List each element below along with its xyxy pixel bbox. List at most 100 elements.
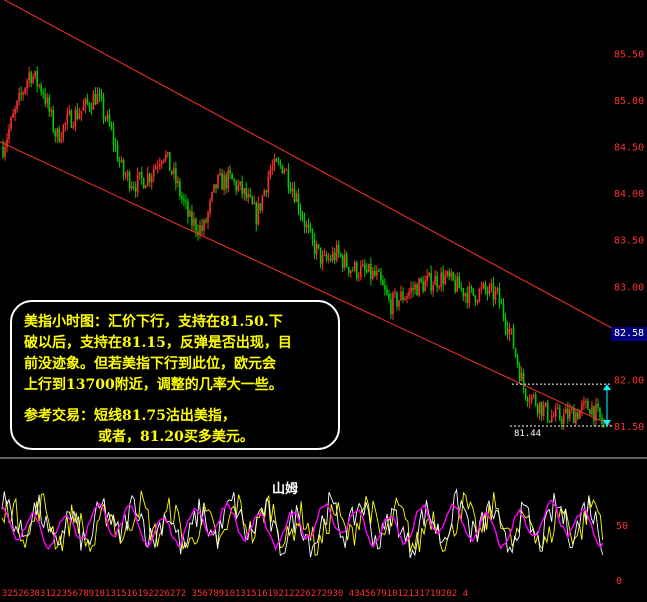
candle-body: [380, 271, 382, 281]
candle-body: [569, 409, 571, 419]
candle-body: [62, 124, 65, 140]
candle-body: [424, 280, 426, 292]
candle-body: [530, 395, 533, 402]
candle-body: [169, 152, 171, 171]
candle-body: [223, 174, 225, 190]
candle-body: [591, 405, 593, 415]
candle-body: [520, 373, 523, 381]
candle-body: [486, 290, 489, 295]
candle-body: [108, 114, 111, 125]
candle-body: [522, 373, 525, 389]
candle-body: [66, 114, 69, 123]
candle-body: [408, 291, 410, 296]
candle-body: [301, 214, 304, 220]
candle-body: [215, 184, 217, 189]
note-line: 美指小时图：汇价下行，支持在81.50.下: [24, 314, 283, 330]
analysis-note: 美指小时图：汇价下行，支持在81.50.下 破以后，支持在81.15，反弹是否出…: [10, 300, 340, 450]
candle-body: [303, 219, 306, 227]
candle-body: [181, 195, 183, 199]
candle-body: [460, 288, 463, 290]
candle-body: [24, 88, 26, 94]
candle-body: [237, 184, 239, 191]
price-tick-label: 82.00: [614, 375, 644, 386]
oscillator-x-ticks: 3252630312235678910131516192226272 35678…: [2, 589, 468, 599]
candle-body: [267, 176, 270, 193]
candle-body: [221, 173, 223, 190]
candle-body: [337, 244, 340, 254]
candle-body: [245, 188, 248, 198]
candle-body: [341, 256, 344, 268]
candle-body: [58, 128, 61, 142]
candle-body: [18, 92, 20, 101]
candle-body: [235, 181, 237, 191]
candle-body: [347, 267, 350, 274]
candle-body: [14, 109, 16, 115]
candle-body: [209, 200, 211, 213]
candle-body: [577, 412, 579, 419]
candle-body: [22, 93, 24, 95]
candle-body: [538, 402, 541, 414]
candle-body: [243, 188, 246, 194]
candle-body: [195, 218, 197, 232]
candle-body: [203, 220, 205, 231]
candle-body: [434, 275, 436, 286]
candle-body: [271, 166, 274, 170]
candle-body: [279, 162, 282, 166]
candle-body: [187, 201, 189, 217]
candle-body: [205, 220, 207, 223]
candle-body: [504, 317, 507, 329]
candle-body: [603, 423, 605, 425]
candle-body: [38, 84, 40, 86]
candle-body: [257, 203, 260, 225]
current-price-tag: 82.58: [611, 327, 647, 341]
oscillator-tick-label: 50: [616, 521, 628, 532]
candle-body: [72, 126, 75, 128]
candle-body: [261, 195, 264, 211]
candle-body: [150, 176, 153, 183]
candle-body: [526, 398, 529, 403]
candle-body: [456, 276, 459, 292]
candle-body: [500, 303, 503, 305]
candle-body: [32, 76, 34, 83]
candle-body: [124, 175, 127, 177]
candle-body: [114, 144, 117, 146]
candle-body: [305, 224, 308, 227]
candle-body: [175, 168, 177, 184]
candle-body: [277, 161, 280, 163]
candle-body: [179, 181, 181, 196]
candle-body: [448, 271, 451, 277]
candle-body: [183, 198, 185, 201]
candle-body: [589, 409, 591, 415]
candle-body: [454, 280, 457, 292]
candle-body: [171, 170, 173, 174]
oscillator-line-magenta: [1, 499, 604, 552]
candle-body: [516, 355, 519, 366]
candle-body: [482, 283, 485, 288]
candle-body: [4, 146, 6, 157]
candle-body: [207, 212, 209, 223]
candle-body: [287, 169, 290, 188]
candle-body: [199, 225, 201, 235]
candle-body: [251, 196, 254, 204]
candle-body: [587, 400, 589, 410]
candle-body: [353, 262, 356, 271]
candle-body: [440, 272, 442, 287]
candle-body: [233, 179, 235, 182]
candle-body: [484, 283, 487, 291]
candle-body: [343, 254, 346, 268]
candle-body: [185, 200, 187, 202]
candle-body: [462, 288, 465, 297]
candle-body: [309, 227, 312, 231]
candle-body: [152, 169, 155, 177]
candle-body: [540, 402, 543, 416]
candle-body: [406, 295, 408, 299]
candle-body: [16, 100, 18, 110]
price-tick-label: 84.00: [614, 189, 644, 200]
candle-body: [355, 262, 358, 278]
candle-body: [275, 158, 278, 162]
candle-body: [359, 266, 362, 277]
candle-body: [422, 281, 424, 292]
candle-body: [239, 181, 241, 185]
candle-body: [122, 159, 125, 176]
candle-body: [12, 114, 14, 118]
